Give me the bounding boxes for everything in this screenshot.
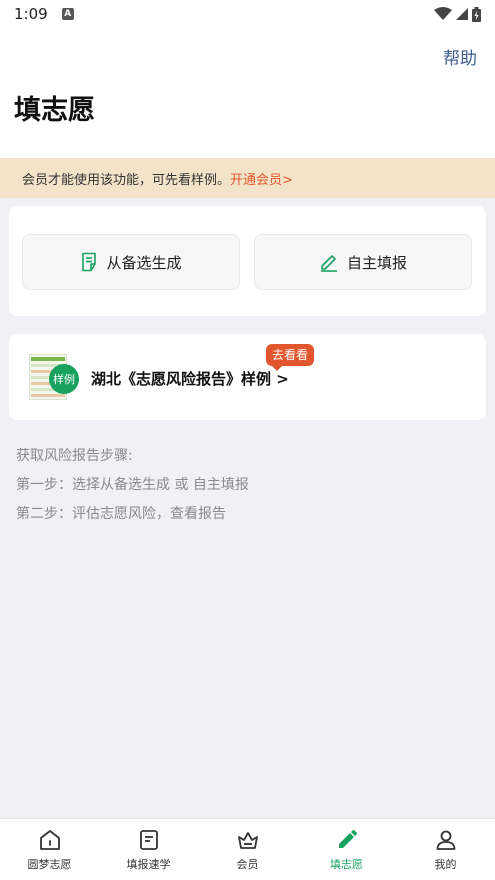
signal-icon xyxy=(456,8,468,20)
document-list-icon xyxy=(82,252,97,272)
sample-report-card[interactable]: 样例 湖北《志愿风险报告》样例 > 去看看 xyxy=(9,334,486,420)
step-two: 第二步：评估志愿风险，查看报告 xyxy=(16,506,226,522)
member-banner: 会员才能使用该功能，可先看样例。 开通会员> xyxy=(0,158,495,198)
home-icon xyxy=(39,830,60,850)
sample-report-title[interactable]: 湖北《志愿风险报告》样例 > xyxy=(91,368,289,389)
go-see-tag[interactable]: 去看看 xyxy=(266,344,315,371)
person-icon xyxy=(436,830,455,850)
tab-label: 我的 xyxy=(434,858,457,871)
status-time: 1:09 xyxy=(14,5,48,23)
member-banner-text: 会员才能使用该功能，可先看样例。 xyxy=(22,172,231,188)
tab-quick-learn[interactable]: 填报速学 xyxy=(99,819,198,880)
page-header: 帮助 填志愿 xyxy=(0,28,495,158)
tab-membership[interactable]: 会员 xyxy=(198,819,297,880)
help-link[interactable]: 帮助 xyxy=(443,44,477,69)
battery-icon xyxy=(472,6,481,22)
page-title: 填志愿 xyxy=(14,95,95,126)
self-fill-button[interactable]: 自主填报 xyxy=(254,234,472,290)
tab-dream-volunteer[interactable]: 圆梦志愿 xyxy=(0,819,99,880)
pencil-icon xyxy=(320,255,337,272)
sample-badge: 样例 xyxy=(49,364,79,394)
tab-label: 圆梦志愿 xyxy=(27,858,72,871)
book-icon xyxy=(139,830,158,850)
generate-from-candidates-button[interactable]: 从备选生成 xyxy=(22,234,240,290)
self-fill-label: 自主填报 xyxy=(346,253,407,272)
report-steps: 获取风险报告步骤: 第一步：选择从备选生成 或 自主填报 第二步：评估志愿风险，… xyxy=(16,442,249,529)
status-bar: 1:09 A xyxy=(0,0,495,28)
tab-fill-volunteer[interactable]: 填志愿 xyxy=(297,819,396,880)
generate-from-candidates-label: 从备选生成 xyxy=(106,253,182,272)
crown-icon xyxy=(237,832,258,849)
tab-label: 会员 xyxy=(236,858,259,871)
tab-label: 填志愿 xyxy=(330,858,363,871)
open-membership-link[interactable]: 开通会员> xyxy=(230,169,293,188)
tab-mine[interactable]: 我的 xyxy=(396,819,495,880)
step-one: 第一步：选择从备选生成 或 自主填报 xyxy=(16,477,249,493)
status-icons xyxy=(434,6,481,22)
bottom-tab-bar: 圆梦志愿 填报速学 会员 填志愿 我的 xyxy=(0,818,495,880)
actions-card: 从备选生成 自主填报 xyxy=(9,206,486,316)
notification-icon: A xyxy=(61,8,74,20)
pencil-icon xyxy=(338,830,357,848)
steps-title: 获取风险报告步骤: xyxy=(16,448,133,464)
tab-label: 填报速学 xyxy=(126,858,171,871)
wifi-icon xyxy=(434,7,452,20)
